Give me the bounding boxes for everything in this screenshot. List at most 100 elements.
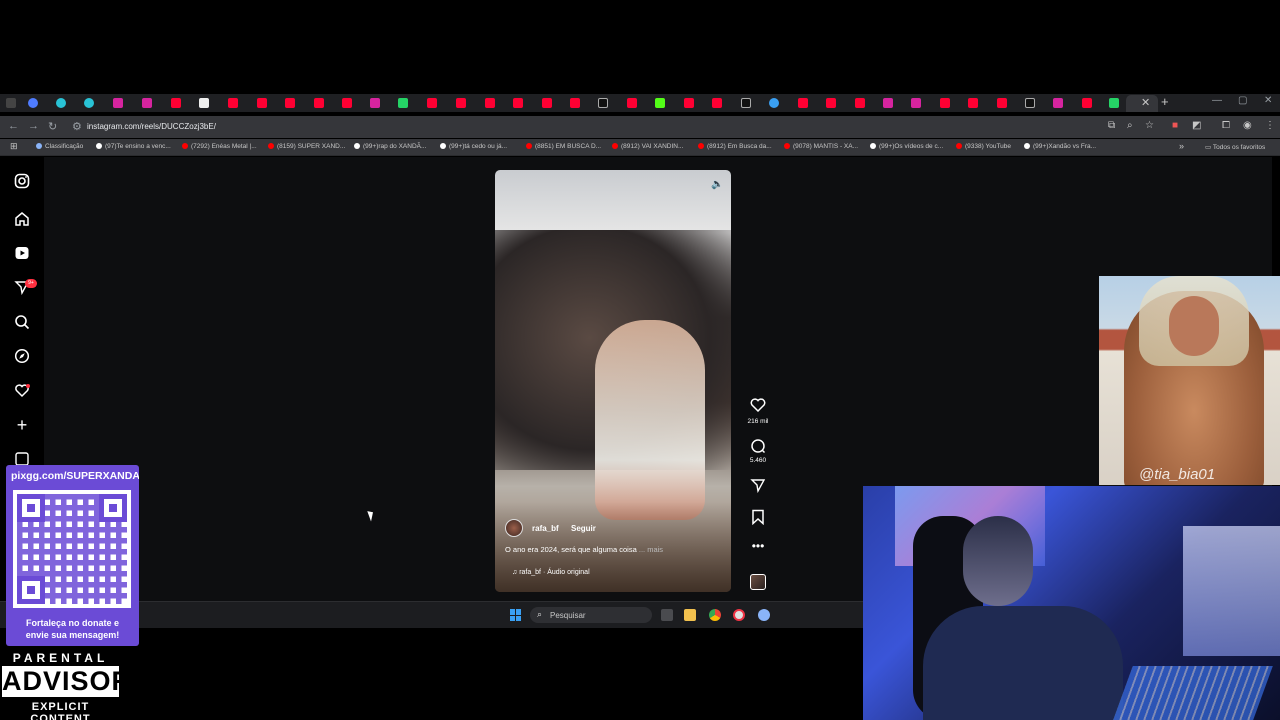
tab-favicon[interactable] bbox=[1053, 98, 1063, 108]
tab-favicon[interactable] bbox=[769, 98, 779, 108]
tab-favicon[interactable] bbox=[257, 98, 267, 108]
minimize-icon[interactable]: — bbox=[1212, 95, 1222, 106]
tab-favicon[interactable] bbox=[883, 98, 893, 108]
tab-favicon[interactable] bbox=[940, 98, 950, 108]
bookmark-star-icon[interactable]: ☆ bbox=[1145, 120, 1154, 131]
bookmark-item[interactable]: Classificação bbox=[36, 143, 83, 150]
bookmark-item[interactable]: (99+)rap do XANDÃ... bbox=[354, 143, 426, 150]
save-icon[interactable] bbox=[744, 509, 772, 528]
more-link[interactable]: ... mais bbox=[639, 545, 663, 554]
avatar[interactable] bbox=[505, 519, 523, 537]
home-icon[interactable] bbox=[13, 211, 31, 229]
extension-icon[interactable]: ■ bbox=[1172, 120, 1178, 131]
explore-icon[interactable] bbox=[13, 348, 31, 366]
bookmark-item[interactable]: (7292) Enéas Metal |... bbox=[182, 143, 257, 150]
tab-favicon[interactable] bbox=[911, 98, 921, 108]
zoom-icon[interactable]: ⌕ bbox=[1127, 120, 1133, 131]
bookmark-item[interactable]: (9078) MANTIS - XA... bbox=[784, 143, 858, 150]
windows-start-icon[interactable] bbox=[510, 609, 522, 621]
tab-favicon[interactable] bbox=[28, 98, 38, 108]
tab-favicon[interactable] bbox=[712, 98, 722, 108]
tab-favicon[interactable] bbox=[997, 98, 1007, 108]
audio-link[interactable]: ♫ rafa_bf · Áudio original bbox=[512, 569, 590, 576]
all-favorites-item[interactable]: ▭ Todos os favoritos bbox=[1205, 143, 1265, 151]
tab-favicon[interactable] bbox=[285, 98, 295, 108]
tab-favicon[interactable] bbox=[342, 98, 352, 108]
more-bookmarks-icon[interactable]: » bbox=[1179, 141, 1184, 151]
tab-favicon[interactable] bbox=[542, 98, 552, 108]
tab-favicon[interactable] bbox=[598, 98, 608, 108]
follow-button[interactable]: Seguir bbox=[571, 524, 596, 533]
bookmark-item[interactable]: (97)Te ensino a venc... bbox=[96, 143, 171, 150]
tab-favicon[interactable] bbox=[513, 98, 523, 108]
bookmark-item[interactable]: (99+)tá cedo ou já... bbox=[440, 143, 507, 150]
tab-favicon[interactable] bbox=[1082, 98, 1092, 108]
share-icon[interactable] bbox=[744, 477, 772, 496]
tab-favicon[interactable] bbox=[684, 98, 694, 108]
back-icon[interactable]: ← bbox=[8, 120, 19, 132]
puzzle-icon[interactable]: ⧠ bbox=[1222, 120, 1230, 131]
tab-favicon[interactable] bbox=[113, 98, 123, 108]
maximize-icon[interactable]: ▢ bbox=[1238, 95, 1247, 106]
chrome-icon[interactable] bbox=[709, 609, 721, 621]
menu-icon[interactable]: ⋮ bbox=[1265, 120, 1275, 131]
tab-favicon[interactable] bbox=[1025, 98, 1035, 108]
tab-favicon[interactable] bbox=[456, 98, 466, 108]
tab-favicon[interactable] bbox=[142, 98, 152, 108]
bookmark-item[interactable]: (8912) VAI XANDIN... bbox=[612, 143, 683, 150]
tab-favicon[interactable] bbox=[171, 98, 181, 108]
tab-favicon[interactable] bbox=[485, 98, 495, 108]
profile-icon[interactable]: ◉ bbox=[1243, 120, 1252, 131]
task-view-icon[interactable] bbox=[661, 609, 673, 621]
tab-favicon[interactable] bbox=[741, 98, 751, 108]
tab-favicon[interactable] bbox=[314, 98, 324, 108]
tab-list-icon[interactable] bbox=[6, 98, 16, 108]
close-window-icon[interactable]: ✕ bbox=[1264, 95, 1272, 106]
more-options-icon[interactable]: ••• bbox=[744, 539, 772, 553]
tab-favicon[interactable] bbox=[56, 98, 66, 108]
reel-video[interactable]: 🔈 rafa_bf Seguir O ano era 2024, será qu… bbox=[495, 170, 731, 592]
bookmark-item[interactable]: (8912) Em Busca da... bbox=[698, 143, 772, 150]
url-field[interactable]: instagram.com/reels/DUCCZozj3bE/ bbox=[87, 122, 216, 131]
comment-icon[interactable] bbox=[744, 438, 772, 457]
tab-favicon[interactable] bbox=[84, 98, 94, 108]
tab-favicon[interactable] bbox=[826, 98, 836, 108]
audio-thumbnail[interactable] bbox=[750, 574, 766, 590]
create-icon[interactable]: + bbox=[13, 416, 31, 434]
bookmark-item[interactable]: (99+)Xandão vs Fra... bbox=[1024, 143, 1096, 150]
file-explorer-icon[interactable] bbox=[684, 609, 696, 621]
tab-favicon[interactable] bbox=[1109, 98, 1119, 108]
mute-icon[interactable]: 🔈 bbox=[711, 179, 723, 190]
tab-favicon[interactable] bbox=[968, 98, 978, 108]
settings-icon[interactable] bbox=[758, 609, 770, 621]
reels-icon[interactable] bbox=[13, 245, 31, 263]
tab-favicon[interactable] bbox=[655, 98, 665, 108]
tab-favicon[interactable] bbox=[427, 98, 437, 108]
reel-username[interactable]: rafa_bf bbox=[532, 524, 559, 533]
apps-icon[interactable]: ⊞ bbox=[10, 141, 18, 152]
reload-icon[interactable]: ↻ bbox=[48, 120, 57, 133]
instagram-logo-icon[interactable] bbox=[13, 173, 31, 191]
tab-favicon[interactable] bbox=[627, 98, 637, 108]
forward-icon[interactable]: → bbox=[28, 120, 39, 132]
site-info-icon[interactable]: ⚙ bbox=[72, 120, 82, 133]
taskbar-search[interactable]: ⌕ Pesquisar bbox=[530, 607, 652, 623]
tab-favicon[interactable] bbox=[370, 98, 380, 108]
bookmark-item[interactable]: (8851) EM BUSCA D... bbox=[526, 143, 601, 150]
tab-favicon[interactable] bbox=[798, 98, 808, 108]
like-icon[interactable] bbox=[744, 397, 772, 415]
new-tab-icon[interactable]: + bbox=[1161, 94, 1169, 109]
tab-favicon[interactable] bbox=[228, 98, 238, 108]
close-tab-icon[interactable]: ✕ bbox=[1141, 96, 1150, 109]
app-icon[interactable] bbox=[733, 609, 745, 621]
extension-icon[interactable]: ◩ bbox=[1192, 120, 1201, 131]
bookmark-item[interactable]: (99+)Os vídeos de c... bbox=[870, 143, 943, 150]
tab-favicon[interactable] bbox=[855, 98, 865, 108]
search-icon[interactable] bbox=[13, 314, 31, 332]
bookmark-item[interactable]: (9338) YouTube bbox=[956, 143, 1011, 150]
tab-favicon[interactable] bbox=[398, 98, 408, 108]
tab-favicon[interactable] bbox=[199, 98, 209, 108]
tab-favicon[interactable] bbox=[570, 98, 580, 108]
install-icon[interactable]: ⧉ bbox=[1108, 120, 1115, 131]
bookmark-item[interactable]: (8159) SUPER XAND... bbox=[268, 143, 345, 150]
